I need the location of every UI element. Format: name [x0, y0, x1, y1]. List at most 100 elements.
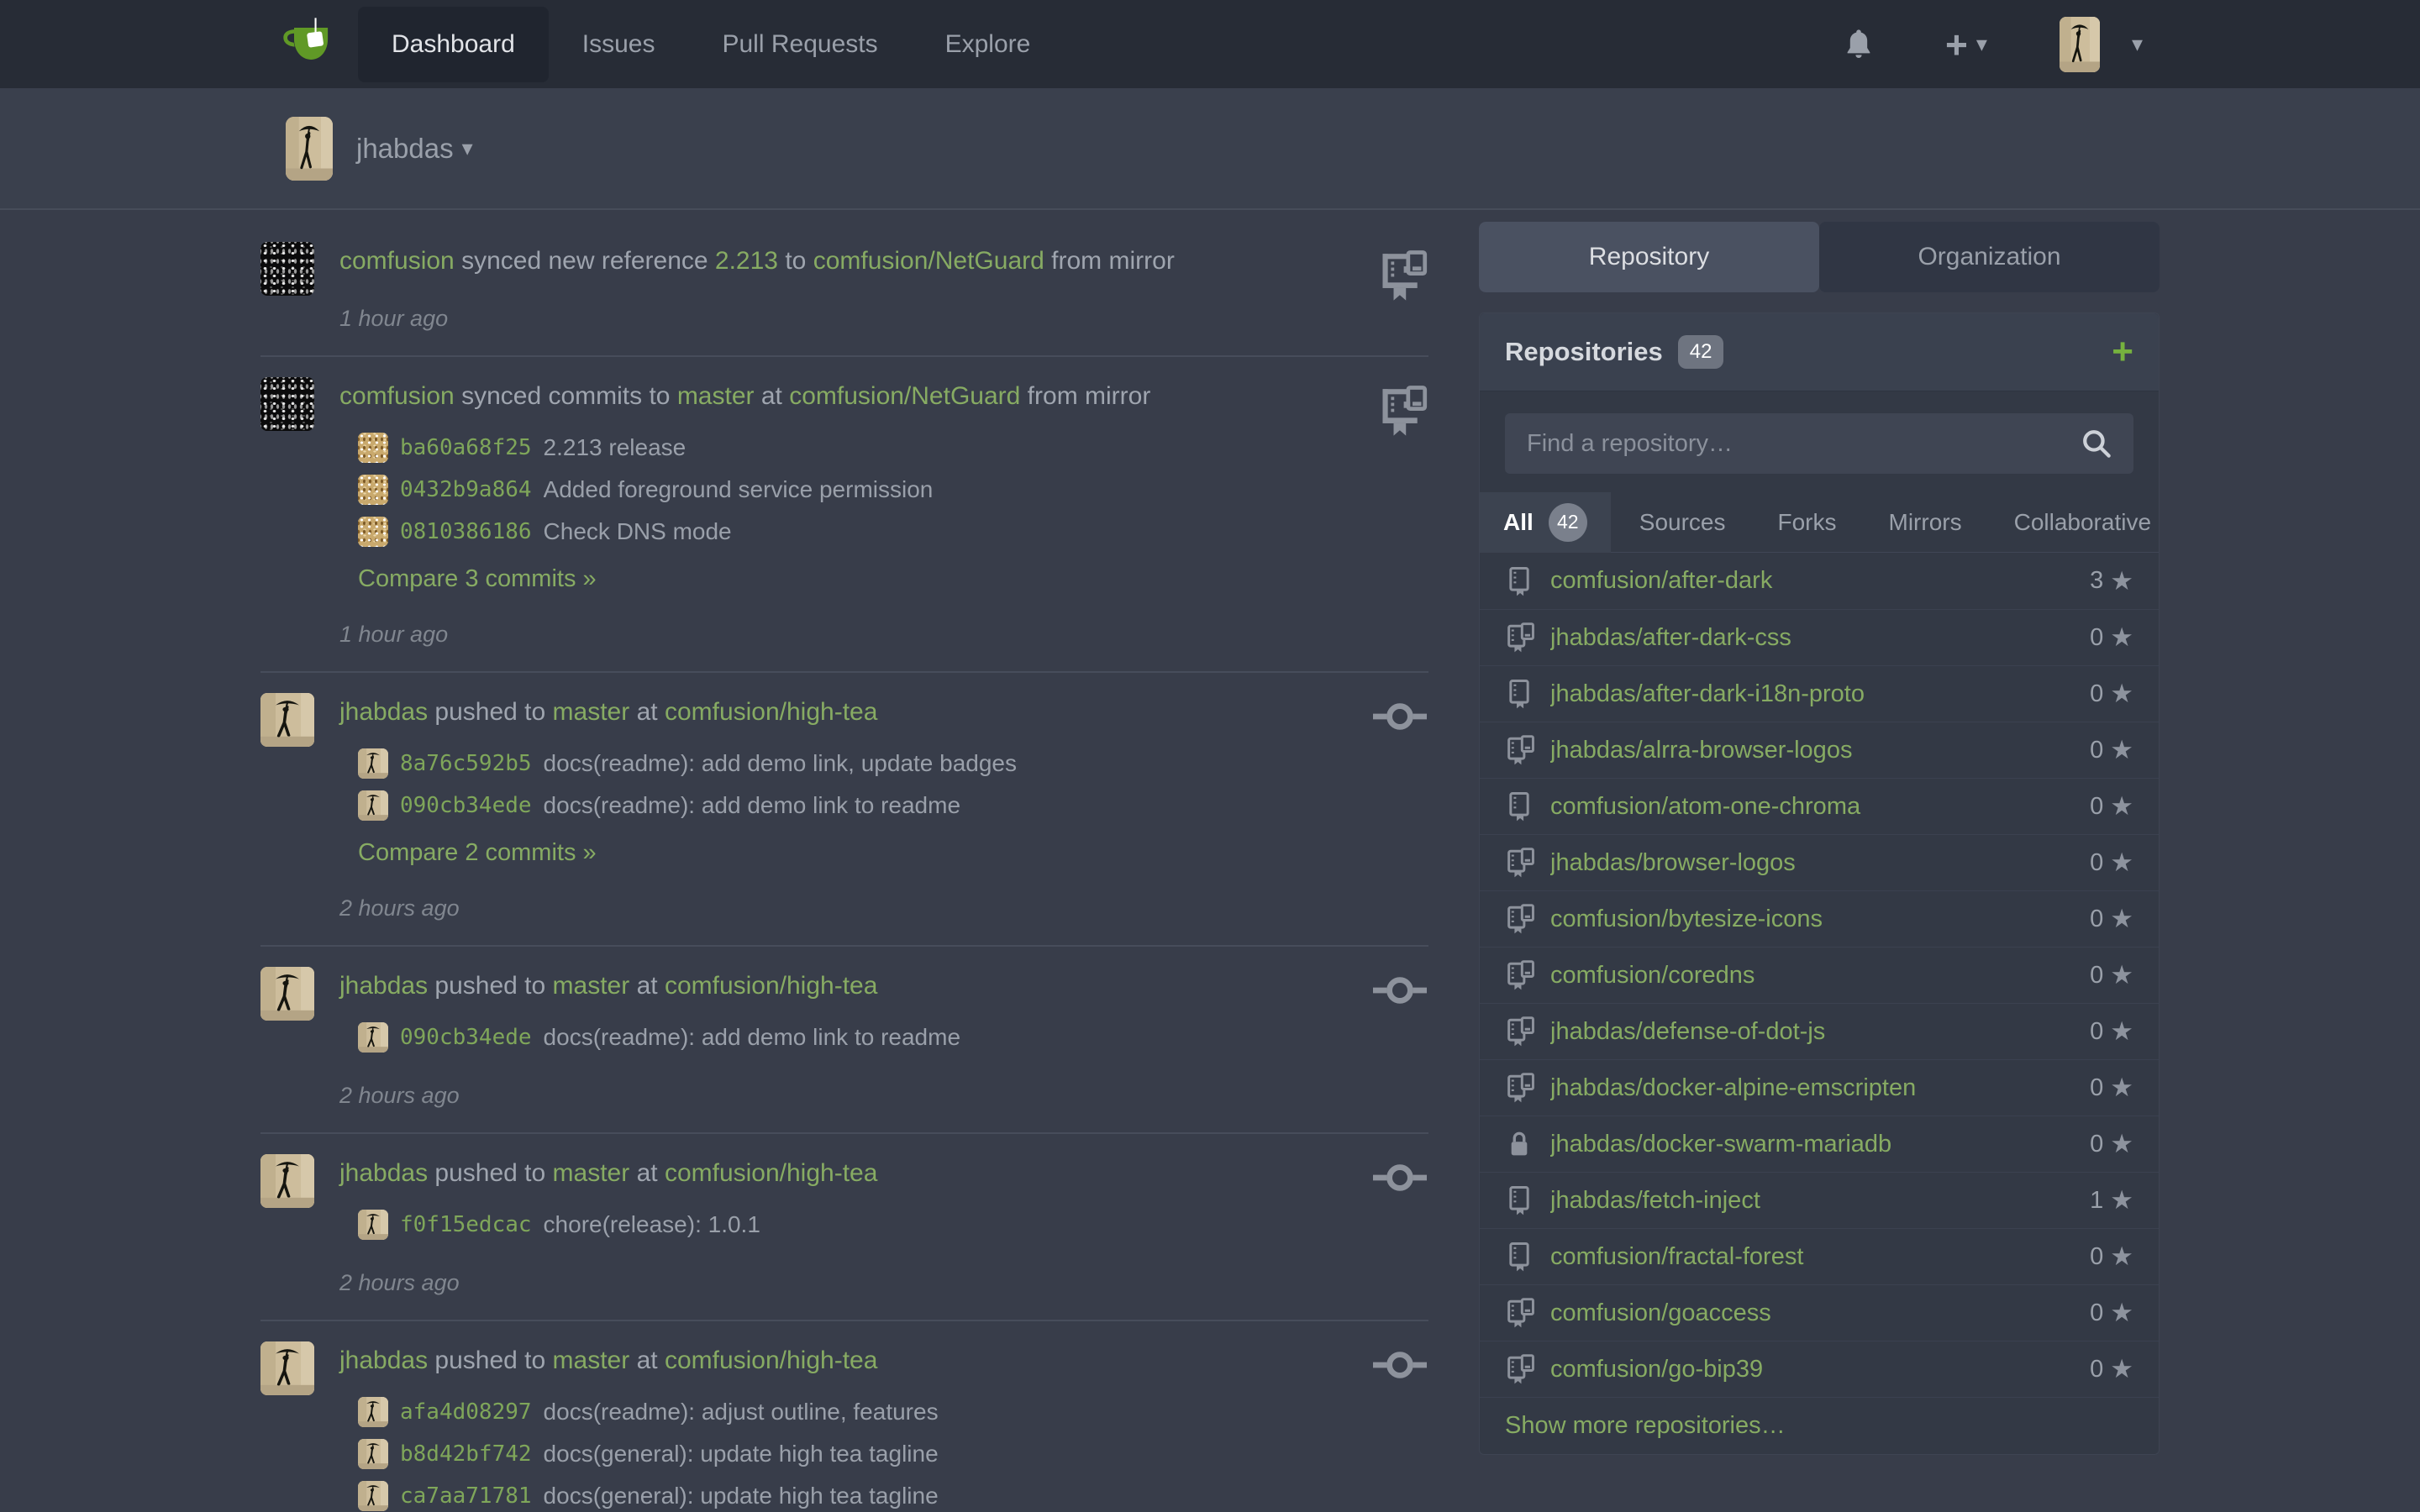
- filter-sources[interactable]: Sources: [1639, 509, 1726, 536]
- star-icon: ★: [2110, 791, 2133, 822]
- commit-hash-link[interactable]: b8d42bf742: [400, 1441, 532, 1467]
- committer-avatar: [358, 1481, 388, 1511]
- commit-message: docs(general): update high tea tagline: [544, 1441, 939, 1467]
- event-link[interactable]: master: [677, 382, 755, 410]
- nav-item-explore[interactable]: Explore: [912, 7, 1065, 82]
- user-avatar[interactable]: [2060, 17, 2100, 72]
- event-link[interactable]: comfusion: [339, 382, 455, 410]
- event-link[interactable]: comfusion/NetGuard: [813, 247, 1044, 275]
- event-link[interactable]: jhabdas: [339, 698, 428, 726]
- actor-avatar[interactable]: [260, 967, 314, 1021]
- umbrella-man-avatar-image: [358, 1439, 388, 1469]
- event-link[interactable]: comfusion/high-tea: [665, 972, 877, 1000]
- commit-hash-link[interactable]: 0810386186: [400, 519, 532, 544]
- repo-search-input[interactable]: [1505, 413, 2133, 474]
- repo-link[interactable]: jhabdas/alrra-browser-logos: [1550, 737, 2090, 764]
- commit-hash-link[interactable]: 8a76c592b5: [400, 751, 532, 776]
- repo-link[interactable]: jhabdas/docker-swarm-mariadb: [1550, 1131, 2090, 1158]
- notifications-bell-icon[interactable]: [1844, 28, 1873, 61]
- fork-icon: [1505, 960, 1539, 990]
- nav-item-issues[interactable]: Issues: [549, 7, 689, 82]
- commit-hash-link[interactable]: ca7aa71781: [400, 1483, 532, 1509]
- commit-hash-link[interactable]: afa4d08297: [400, 1399, 532, 1425]
- repo-row: jhabdas/defense-of-dot-js0★: [1480, 1003, 2159, 1059]
- gitea-logo[interactable]: [277, 12, 343, 77]
- event-link[interactable]: comfusion/high-tea: [665, 1159, 877, 1187]
- actor-avatar[interactable]: [260, 1154, 314, 1208]
- repo-link[interactable]: comfusion/bytesize-icons: [1550, 906, 2090, 933]
- repo-row: jhabdas/after-dark-css0★: [1480, 609, 2159, 665]
- commit-hash-link[interactable]: f0f15edcac: [400, 1212, 532, 1237]
- event-link[interactable]: jhabdas: [339, 1347, 428, 1374]
- event-link[interactable]: comfusion/NetGuard: [789, 382, 1020, 410]
- event-timestamp: 1 hour ago: [339, 306, 1349, 332]
- repo-link[interactable]: jhabdas/fetch-inject: [1550, 1187, 2090, 1215]
- filter-collaborative[interactable]: Collaborative: [2014, 509, 2151, 536]
- event-text: to: [778, 247, 813, 275]
- context-username[interactable]: jhabdas: [356, 133, 454, 165]
- new-repository-button[interactable]: +: [2112, 333, 2133, 370]
- repo-link[interactable]: comfusion/goaccess: [1550, 1299, 2090, 1327]
- repositories-header: Repositories 42 +: [1480, 313, 2159, 391]
- filter-mirrors[interactable]: Mirrors: [1889, 509, 1962, 536]
- show-more-repositories-link[interactable]: Show more repositories…: [1480, 1397, 2159, 1454]
- repo-link[interactable]: comfusion/coredns: [1550, 962, 2090, 990]
- context-switcher: jhabdas ▾: [0, 88, 2420, 210]
- event-link[interactable]: jhabdas: [339, 972, 428, 1000]
- star-icon: ★: [2110, 904, 2133, 934]
- event-timestamp: 2 hours ago: [339, 895, 1346, 921]
- filter-all[interactable]: All42: [1480, 492, 1611, 553]
- context-caret-icon[interactable]: ▾: [462, 135, 473, 161]
- actor-avatar[interactable]: [260, 1341, 314, 1395]
- repo-link[interactable]: comfusion/fractal-forest: [1550, 1243, 2090, 1271]
- umbrella-man-avatar-image: [358, 748, 388, 779]
- filter-forks[interactable]: Forks: [1778, 509, 1837, 536]
- event-link[interactable]: comfusion: [339, 247, 455, 275]
- repo-link[interactable]: jhabdas/browser-logos: [1550, 849, 2090, 877]
- repo-link[interactable]: jhabdas/after-dark-i18n-proto: [1550, 680, 2090, 708]
- commit-hash-link[interactable]: 090cb34ede: [400, 1025, 532, 1050]
- commit-hash-link[interactable]: 0432b9a864: [400, 477, 532, 502]
- event-link[interactable]: master: [553, 972, 630, 1000]
- repo-link[interactable]: jhabdas/after-dark-css: [1550, 624, 2090, 652]
- star-icon: ★: [2110, 735, 2133, 765]
- actor-avatar[interactable]: [260, 693, 314, 747]
- repo-row: comfusion/goaccess0★: [1480, 1284, 2159, 1341]
- event-text: at: [629, 972, 665, 1000]
- user-menu-caret-icon[interactable]: ▾: [2132, 31, 2143, 57]
- compare-commits-link[interactable]: Compare 3 commits »: [358, 565, 597, 593]
- tab-organization[interactable]: Organization: [1819, 222, 2160, 292]
- create-new-button[interactable]: + ▾: [1945, 25, 1987, 64]
- event-text: from mirror: [1044, 247, 1175, 275]
- event-link[interactable]: 2.213: [715, 247, 778, 275]
- actor-avatar[interactable]: [260, 377, 314, 431]
- actor-avatar[interactable]: [260, 242, 314, 296]
- event-link[interactable]: master: [553, 698, 630, 726]
- event-title: jhabdas pushed to master at comfusion/hi…: [339, 693, 1346, 728]
- repositories-title: Repositories: [1505, 337, 1663, 367]
- commit-row: 8a76c592b5docs(readme): add demo link, u…: [358, 747, 1346, 780]
- compare-commits-link[interactable]: Compare 2 commits »: [358, 839, 597, 867]
- repo-star-count: 3★: [2090, 566, 2133, 596]
- event-link[interactable]: comfusion/high-tea: [665, 698, 877, 726]
- fork-icon: [1505, 1298, 1539, 1328]
- repo-link[interactable]: jhabdas/docker-alpine-emscripten: [1550, 1074, 2090, 1102]
- commit-hash-link[interactable]: 090cb34ede: [400, 793, 532, 818]
- repositories-count-badge: 42: [1678, 335, 1724, 369]
- nav-item-pull-requests[interactable]: Pull Requests: [688, 7, 911, 82]
- event-link[interactable]: master: [553, 1347, 630, 1374]
- event-link[interactable]: jhabdas: [339, 1159, 428, 1187]
- event-link[interactable]: comfusion/high-tea: [665, 1347, 877, 1374]
- context-avatar[interactable]: [286, 117, 333, 181]
- tab-repository[interactable]: Repository: [1479, 222, 1819, 292]
- nav-item-dashboard[interactable]: Dashboard: [358, 7, 549, 82]
- event-text: pushed to: [428, 1159, 552, 1187]
- repo-row: comfusion/atom-one-chroma0★: [1480, 778, 2159, 834]
- event-title: jhabdas pushed to master at comfusion/hi…: [339, 1341, 1346, 1377]
- commit-hash-link[interactable]: ba60a68f25: [400, 435, 532, 460]
- repo-link[interactable]: jhabdas/defense-of-dot-js: [1550, 1018, 2090, 1046]
- event-link[interactable]: master: [553, 1159, 630, 1187]
- repo-link[interactable]: comfusion/go-bip39: [1550, 1356, 2090, 1383]
- repo-link[interactable]: comfusion/after-dark: [1550, 567, 2090, 595]
- repo-link[interactable]: comfusion/atom-one-chroma: [1550, 793, 2090, 821]
